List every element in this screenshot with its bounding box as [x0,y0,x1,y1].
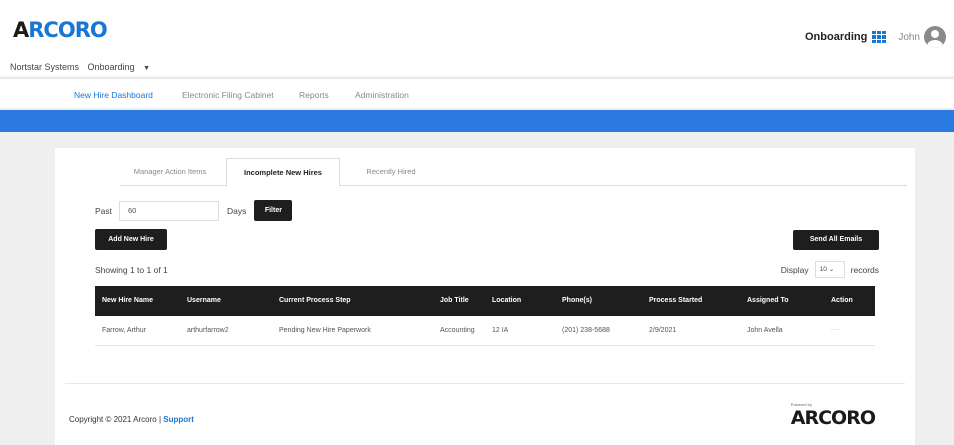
col-action: Action [831,297,853,304]
cell-job-title: Accounting [440,327,475,334]
filter-row: Past 60 Days Filter [95,200,293,221]
powered-by-logo: Powered by ARCORO [790,402,876,429]
tab-manager-action-items[interactable]: Manager Action Items [120,158,220,186]
filter-button[interactable]: Filter [254,200,293,221]
nav-administration[interactable]: Administration [355,90,409,100]
display-records: Display 10 ⌄ records [781,261,879,278]
arcoro-logo[interactable]: ARCORO [13,18,108,42]
past-days-input[interactable]: 60 [119,200,220,221]
send-all-emails-button[interactable]: Send All Emails [793,230,879,250]
records-label: records [850,264,879,275]
col-current-process-step[interactable]: Current Process Step [279,297,351,304]
footer-divider [65,383,905,384]
breadcrumb: Nortstar Systems Onboarding ▼ [10,62,162,72]
add-new-hire-button[interactable]: Add New Hire [95,229,167,250]
row-action-menu-icon[interactable]: ... [831,325,840,332]
blue-banner [0,110,954,132]
top-header: ARCORO Nortstar Systems Onboarding ▼ Onb… [0,0,954,76]
table-header: New Hire Name Username Current Process S… [95,286,875,316]
copyright-text: Copyright © 2021 Arcoro | [69,415,164,424]
company-name[interactable]: Nortstar Systems [10,62,79,72]
cell-new-hire-name[interactable]: Farrow, Arthur [102,327,146,334]
cell-username: arthurfarrow2 [187,327,229,334]
tab-bar: Manager Action Items Incomplete New Hire… [120,158,907,187]
table-row[interactable]: Farrow, Arthur arthurfarrow2 Pending New… [95,316,875,346]
app-grid-icon[interactable] [872,31,888,43]
past-label: Past [95,205,113,216]
main-nav: New Hire Dashboard Electronic Filing Cab… [0,78,954,108]
display-label: Display [780,264,809,275]
nav-reports[interactable]: Reports [299,90,329,100]
cell-assigned-to: John Avella [747,327,783,334]
col-job-title[interactable]: Job Title [440,297,469,304]
tab-incomplete-new-hires[interactable]: Incomplete New Hires [226,158,340,187]
nav-electronic-filing-cabinet[interactable]: Electronic Filing Cabinet [182,90,274,100]
nav-new-hire-dashboard[interactable]: New Hire Dashboard [74,90,153,100]
logo-rest: RCORO [28,18,107,42]
user-area: Onboarding John [805,26,946,48]
chevron-down-icon: ▼ [143,65,151,72]
col-location[interactable]: Location [492,297,521,304]
app-name: Onboarding [804,31,868,43]
new-hires-table: New Hire Name Username Current Process S… [95,286,875,346]
records-per-page-value: 10 [819,266,827,273]
days-label: Days [227,205,247,216]
user-name[interactable]: John [898,32,920,43]
cell-process-started: 2/9/2021 [649,327,677,334]
logo-a: A [13,18,29,42]
col-process-started[interactable]: Process Started [649,297,702,304]
col-assigned-to[interactable]: Assigned To [747,297,788,304]
col-username[interactable]: Username [187,297,221,304]
support-link[interactable]: Support [163,415,194,424]
cell-phones: (201) 238-5688 [562,327,610,334]
records-per-page-select[interactable]: 10 ⌄ [814,261,845,278]
cell-current-process-step: Pending New Hire Paperwork [279,327,371,334]
powered-by-arcoro-logo: ARCORO [790,407,876,429]
col-new-hire-name[interactable]: New Hire Name [102,297,153,304]
chevron-down-icon: ⌄ [828,266,835,273]
cell-location: 12 IA [492,327,509,334]
tab-recently-hired[interactable]: Recently Hired [346,158,436,186]
module-dropdown[interactable]: Onboarding ▼ [88,62,157,72]
module-label: Onboarding [87,62,135,72]
showing-count: Showing 1 to 1 of 1 [95,265,168,275]
copyright: Copyright © 2021 Arcoro | Support [69,415,194,424]
content-card: Manager Action Items Incomplete New Hire… [55,148,915,445]
col-phones[interactable]: Phone(s) [562,297,592,304]
avatar-icon[interactable] [924,26,946,48]
